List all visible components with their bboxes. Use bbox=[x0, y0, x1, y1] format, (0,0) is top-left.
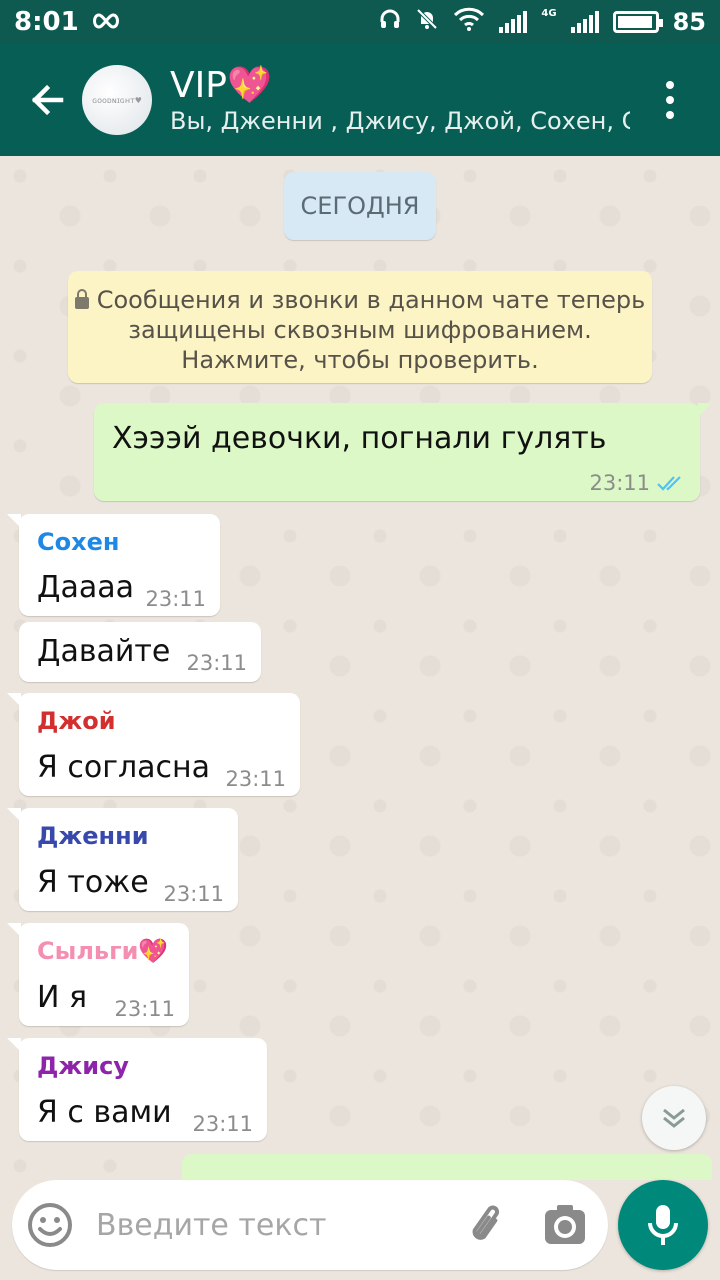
message-text: Хэээй девочки, погнали гулять bbox=[112, 421, 607, 456]
more-options-button[interactable] bbox=[650, 65, 690, 135]
message-time: 23:11 bbox=[186, 651, 247, 675]
status-bar: 8:01 4G 85 bbox=[0, 0, 720, 44]
status-bar-right: 4G 85 bbox=[379, 7, 706, 37]
chat-header: ɢᴏᴏᴅɴɪɢʜᴛ♥ VIP💖 Вы, Дженни , Джису, Джой… bbox=[0, 44, 720, 156]
message-incoming[interactable]: Джису Я с вами 23:11 bbox=[7, 1038, 267, 1141]
voice-message-button[interactable] bbox=[618, 1180, 708, 1270]
battery-icon bbox=[612, 11, 663, 33]
message-incoming[interactable]: Дженни Я тоже 23:11 bbox=[7, 808, 238, 911]
message-incoming[interactable]: Давайте 23:11 bbox=[19, 622, 261, 682]
wifi-icon bbox=[453, 7, 485, 37]
battery-level: 85 bbox=[672, 8, 706, 36]
chat-area[interactable]: СЕГОДНЯ Сообщения и звонки в данном чате… bbox=[0, 156, 720, 1180]
encryption-line-3: Нажмите, чтобы проверить. bbox=[181, 346, 539, 374]
arrow-left-icon bbox=[31, 84, 64, 116]
status-bar-left: 8:01 bbox=[14, 7, 121, 37]
message-text: Я тоже bbox=[37, 865, 149, 900]
header-info[interactable]: VIP💖 Вы, Дженни , Джису, Джой, Сохен, С.… bbox=[170, 65, 650, 135]
headset-icon bbox=[379, 8, 401, 36]
sender-name: Джой bbox=[37, 707, 116, 735]
message-outgoing[interactable]: Хэээй девочки, погнали гулять 23:11 bbox=[94, 403, 712, 501]
message-text: И я bbox=[37, 980, 88, 1015]
sender-name: Джису bbox=[37, 1052, 129, 1080]
network-type: 4G bbox=[541, 8, 557, 19]
signal-icon-2 bbox=[570, 11, 599, 33]
status-time: 8:01 bbox=[14, 7, 79, 37]
group-avatar[interactable]: ɢᴏᴏᴅɴɪɢʜᴛ♥ bbox=[82, 65, 152, 135]
camera-icon bbox=[545, 1205, 585, 1244]
more-vert-icon bbox=[666, 81, 674, 89]
paperclip-icon bbox=[472, 1205, 499, 1240]
infinity-icon bbox=[91, 7, 121, 37]
message-time: 23:11 bbox=[114, 997, 175, 1021]
signal-icon bbox=[499, 11, 528, 33]
microphone-icon bbox=[648, 1205, 678, 1245]
message-incoming[interactable]: Джой Я согласна 23:11 bbox=[7, 693, 300, 796]
scroll-to-bottom-button[interactable] bbox=[642, 1086, 706, 1150]
message-time: 23:11 bbox=[145, 587, 206, 611]
message-text: Даааа bbox=[37, 570, 134, 605]
message-input[interactable] bbox=[96, 1200, 426, 1250]
camera-button[interactable] bbox=[542, 1202, 588, 1248]
message-time: 23:11 bbox=[589, 471, 650, 495]
message-time: 23:11 bbox=[192, 1112, 253, 1136]
message-outgoing-partial[interactable] bbox=[182, 1154, 712, 1180]
attach-button[interactable] bbox=[462, 1200, 512, 1250]
emoji-button[interactable] bbox=[26, 1201, 74, 1249]
date-chip: СЕГОДНЯ bbox=[284, 172, 436, 240]
message-text: Я с вами bbox=[37, 1095, 172, 1130]
message-time: 23:11 bbox=[163, 882, 224, 906]
sender-name: Сыльги💖 bbox=[37, 937, 169, 965]
double-chevron-down-icon bbox=[663, 1108, 685, 1128]
message-time: 23:11 bbox=[225, 767, 286, 791]
encryption-line-1: Сообщения и звонки в данном чате теперь bbox=[96, 286, 646, 314]
group-title: VIP💖 bbox=[170, 65, 272, 106]
encryption-line-2: защищены сквозным шифрованием. bbox=[128, 316, 592, 344]
bell-off-icon bbox=[415, 7, 439, 37]
sender-name: Сохен bbox=[37, 528, 120, 556]
read-ticks-icon bbox=[657, 476, 681, 491]
avatar-text: ɢᴏᴏᴅɴɪɢʜᴛ♥ bbox=[92, 95, 142, 105]
back-button[interactable] bbox=[12, 65, 82, 135]
group-members: Вы, Дженни , Джису, Джой, Сохен, С... bbox=[170, 107, 630, 135]
message-incoming[interactable]: Сыльги💖 И я 23:11 bbox=[7, 923, 189, 1026]
message-text: Я согласна bbox=[37, 750, 211, 785]
input-bar bbox=[0, 1180, 720, 1280]
lock-icon bbox=[74, 289, 89, 309]
encryption-notice[interactable]: Сообщения и звонки в данном чате теперь … bbox=[68, 271, 652, 383]
smiley-icon bbox=[28, 1203, 72, 1247]
message-composer bbox=[12, 1180, 608, 1270]
message-incoming[interactable]: Сохен Даааа 23:11 bbox=[7, 514, 220, 616]
message-text: Давайте bbox=[37, 634, 171, 669]
sender-name: Дженни bbox=[37, 822, 149, 850]
